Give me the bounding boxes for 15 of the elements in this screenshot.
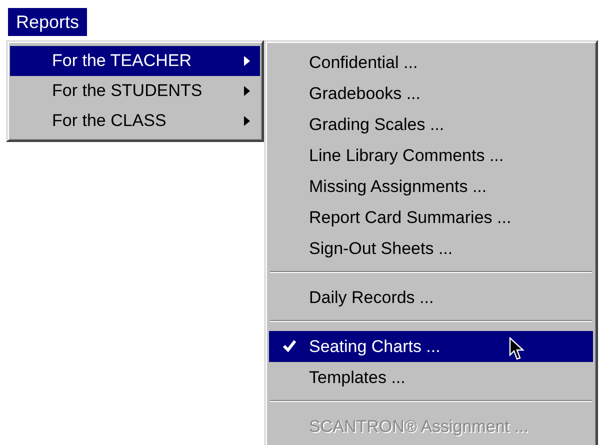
menu-item[interactable]: For the CLASS: [10, 106, 260, 136]
menu-item[interactable]: Line Library Comments ...: [269, 140, 593, 171]
menu-item[interactable]: Report Card Summaries ...: [269, 202, 593, 233]
menu-item[interactable]: Confidential ...: [269, 47, 593, 78]
menu-item[interactable]: Grading Scales ...: [269, 109, 593, 140]
mouse-pointer-icon: [509, 337, 525, 361]
menu-item[interactable]: For the TEACHER: [10, 46, 260, 76]
menu-item[interactable]: Templates ...: [269, 362, 593, 393]
menu-item[interactable]: Daily Records ...: [269, 282, 593, 313]
menu-item[interactable]: Gradebooks ...: [269, 78, 593, 109]
menu-item[interactable]: For the STUDENTS: [10, 76, 260, 106]
menu-item[interactable]: Sign-Out Sheets ...: [269, 233, 593, 264]
menu-item[interactable]: Seating Charts ...: [269, 331, 593, 362]
menu-item[interactable]: Missing Assignments ...: [269, 171, 593, 202]
menu-bar-title[interactable]: Reports: [8, 8, 88, 36]
